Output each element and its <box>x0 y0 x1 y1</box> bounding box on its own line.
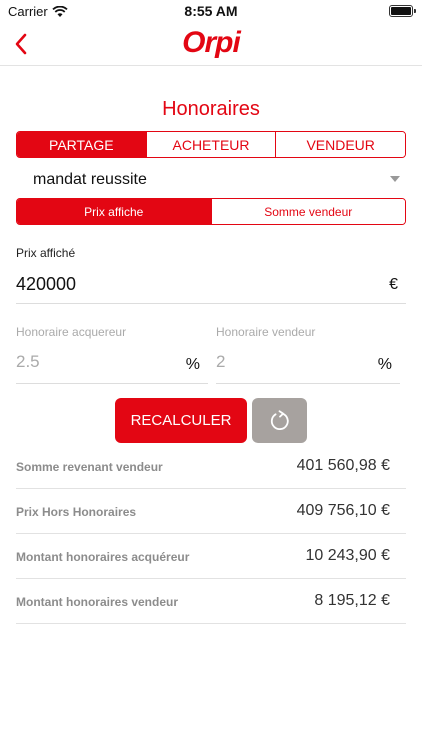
mandate-select[interactable]: mandat reussite <box>16 166 406 194</box>
buyer-fee-label: Honoraire acquereur <box>16 325 127 339</box>
tab-somme-vendeur[interactable]: Somme vendeur <box>210 199 405 224</box>
result-value: 409 756,10 € <box>296 502 390 519</box>
result-row-buyer-fees: Montant honoraires acquéreur 10 243,90 € <box>16 534 406 579</box>
result-label: Montant honoraires vendeur <box>16 595 179 609</box>
tab-acheteur[interactable]: ACHETEUR <box>145 132 276 157</box>
result-value: 8 195,12 € <box>314 592 390 609</box>
seller-fee-input[interactable] <box>216 344 366 380</box>
orpi-logo: Orpi <box>182 26 241 59</box>
result-value: 401 560,98 € <box>296 457 390 474</box>
results-list: Somme revenant vendeur 401 560,98 € Prix… <box>16 444 406 624</box>
price-input[interactable] <box>16 266 356 302</box>
result-row-seller-amount: Somme revenant vendeur 401 560,98 € <box>16 444 406 489</box>
fee-mode-tabs: PARTAGE ACHETEUR VENDEUR <box>16 131 406 158</box>
tab-vendeur[interactable]: VENDEUR <box>275 132 405 157</box>
tab-partage[interactable]: PARTAGE <box>17 132 146 157</box>
result-row-seller-fees: Montant honoraires vendeur 8 195,12 € <box>16 579 406 624</box>
price-label: Prix affiché <box>16 246 76 260</box>
refresh-icon <box>270 409 289 430</box>
seller-fee-unit: % <box>377 356 392 373</box>
caret-down-icon <box>390 176 400 182</box>
page-title: Honoraires <box>162 98 260 120</box>
buyer-fee-container: % <box>16 344 208 384</box>
buyer-fee-input[interactable] <box>16 344 166 380</box>
battery-icon <box>389 5 416 17</box>
result-value: 10 243,90 € <box>305 547 390 564</box>
result-label: Montant honoraires acquéreur <box>16 550 190 564</box>
status-time: 8:55 AM <box>184 3 238 19</box>
nav-bar: Orpi <box>0 22 422 66</box>
mandate-select-value: mandat reussite <box>33 171 147 188</box>
price-unit: € <box>389 276 398 293</box>
buyer-fee-unit: % <box>185 356 200 373</box>
price-field-container: € <box>16 266 406 304</box>
recalculate-button[interactable]: RECALCULER <box>115 398 247 443</box>
result-label: Prix Hors Honoraires <box>16 505 137 519</box>
tab-prix-affiche[interactable]: Prix affiche <box>17 199 211 224</box>
seller-fee-container: % <box>216 344 400 384</box>
result-label: Somme revenant vendeur <box>16 460 163 474</box>
status-bar: Carrier 8:55 AM <box>0 0 422 22</box>
price-basis-tabs: Prix affiche Somme vendeur <box>16 198 406 225</box>
result-row-price-excl-fees: Prix Hors Honoraires 409 756,10 € <box>16 489 406 534</box>
seller-fee-label: Honoraire vendeur <box>216 325 316 339</box>
reset-button[interactable] <box>252 398 307 443</box>
